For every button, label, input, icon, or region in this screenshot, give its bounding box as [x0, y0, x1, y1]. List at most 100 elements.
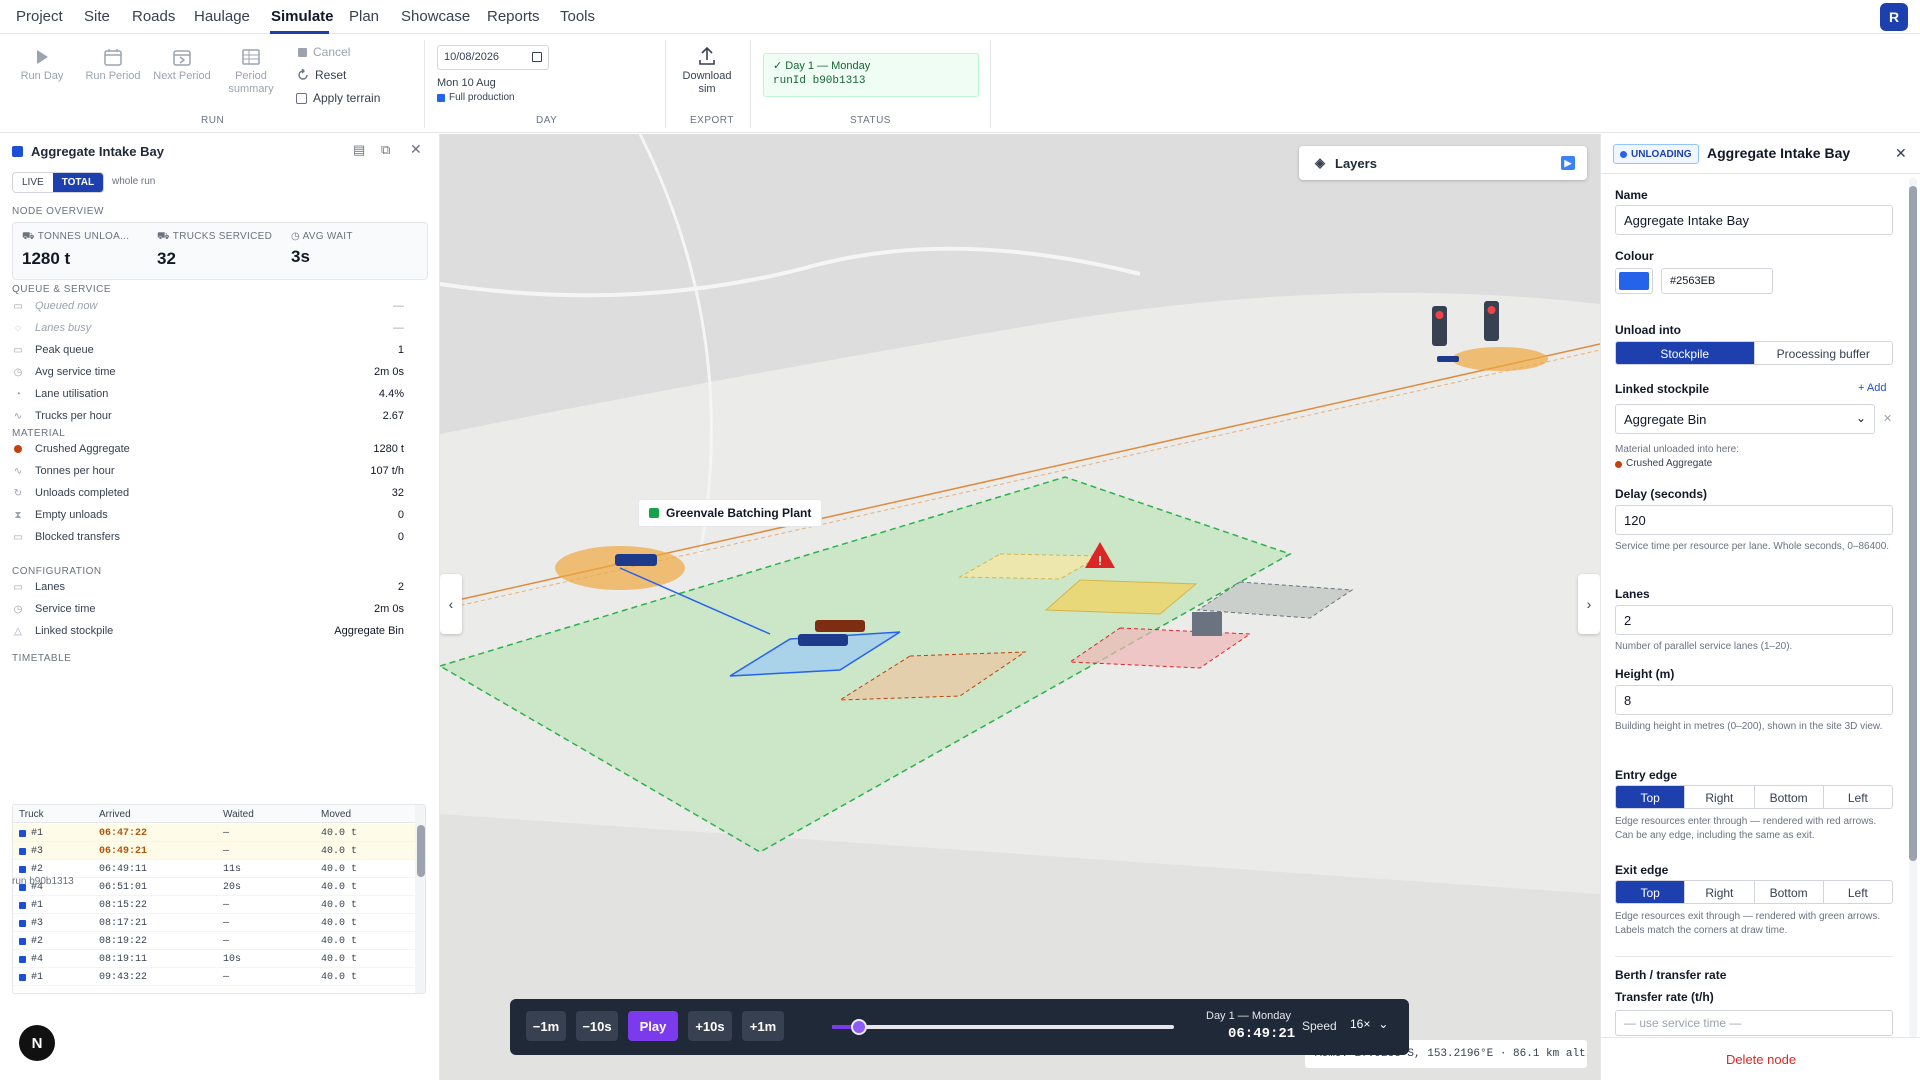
timeline-thumb[interactable] [851, 1019, 868, 1035]
hourglass-icon: ⧗ [14, 509, 22, 521]
tab-total[interactable]: TOTAL [52, 173, 104, 192]
timetable-scrollbar[interactable] [415, 805, 425, 993]
lanes-input[interactable]: 2 [1615, 605, 1893, 635]
colour-picker[interactable] [1615, 268, 1653, 294]
avatar[interactable]: R [1880, 3, 1908, 31]
name-input[interactable]: Aggregate Intake Bay [1615, 205, 1893, 235]
cell-arrived: 06:49:11 [99, 864, 148, 875]
editor-scroll-thumb[interactable] [1909, 186, 1917, 861]
truck-icon: ⛟ [157, 231, 173, 242]
linked-stockpile-select[interactable]: Aggregate Bin ⌄ [1615, 404, 1875, 434]
material-dot-icon [12, 443, 24, 455]
table-view-icon[interactable]: ▤ [353, 142, 365, 158]
kpi-trucks: ⛟ TRUCKS SERVICED 32 [157, 231, 273, 268]
menu-reports[interactable]: Reports [487, 8, 540, 25]
divider [665, 40, 666, 128]
entry-edge-left[interactable]: Left [1822, 786, 1892, 808]
cell-moved: 40.0 t [321, 972, 358, 983]
cell-waited: — [223, 936, 230, 947]
table-row[interactable]: #3 08:17:21 — 40.0 t [13, 914, 417, 932]
option-stockpile[interactable]: Stockpile [1616, 342, 1754, 364]
layers-panel[interactable]: ◈ Layers ▶ [1299, 146, 1587, 180]
speed-select[interactable]: 16× ⌄ [1350, 1017, 1388, 1031]
delay-input[interactable]: 120 [1615, 505, 1893, 535]
truck-icon[interactable] [815, 620, 865, 632]
n-logo-icon[interactable]: N [19, 1025, 55, 1061]
truck-icon[interactable] [1437, 356, 1459, 362]
apply-terrain-checkbox[interactable]: Apply terrain [296, 91, 380, 105]
menu-roads[interactable]: Roads [132, 8, 175, 25]
play-button[interactable]: Play [628, 1011, 678, 1041]
exit-edge-right[interactable]: Right [1684, 881, 1753, 903]
menu-project[interactable]: Project [16, 8, 63, 25]
add-stockpile-link[interactable]: + Add [1858, 382, 1886, 394]
truck-swatch-icon [19, 830, 26, 837]
entry-edge-right[interactable]: Right [1684, 786, 1753, 808]
tab-live[interactable]: LIVE [13, 173, 53, 192]
kpi-tonnes: ⛟ TONNES UNLOA... 1280 t [22, 231, 130, 268]
colour-hex-input[interactable]: #2563EB [1661, 268, 1773, 294]
close-icon[interactable]: ✕ [1895, 145, 1907, 162]
exit-edge-bottom[interactable]: Bottom [1753, 881, 1823, 903]
table-row[interactable]: #3 06:49:21 — 40.0 t [13, 842, 417, 860]
close-icon[interactable]: ✕ [410, 141, 422, 158]
download-sim-button[interactable]: Download sim [678, 46, 736, 96]
menu-plan[interactable]: Plan [349, 8, 379, 25]
exit-edge-top[interactable]: Top [1616, 881, 1685, 903]
collapse-left-button[interactable]: ‹ [440, 574, 462, 634]
cell-moved: 40.0 t [321, 900, 358, 911]
run-period-button[interactable]: Run Period [84, 48, 142, 83]
truck-swatch-icon [19, 902, 26, 909]
entry-edge-top[interactable]: Top [1616, 786, 1685, 808]
option-processing-buffer[interactable]: Processing buffer [1753, 342, 1893, 364]
table-row[interactable]: #1 09:43:22 — 40.0 t [13, 968, 417, 986]
exit-edge-toggle: Top Right Bottom Left [1615, 880, 1893, 904]
gauge-icon: ◔ [14, 388, 22, 400]
table-row[interactable]: #4 08:19:11 10s 40.0 t [13, 950, 417, 968]
truck-icon[interactable] [798, 634, 848, 646]
date-input[interactable]: 10/08/2026 [437, 45, 549, 70]
run-day-button[interactable]: Run Day [18, 48, 66, 83]
forward-1m-button[interactable]: +1m [742, 1011, 784, 1041]
material-dot-icon [1615, 460, 1622, 468]
height-input[interactable]: 8 [1615, 685, 1893, 715]
colour-swatch [1619, 272, 1649, 290]
menu-site[interactable]: Site [84, 8, 110, 25]
back-10s-button[interactable]: −10s [576, 1011, 618, 1041]
map-label-plant[interactable]: Greenvale Batching Plant [638, 499, 823, 527]
next-period-button[interactable]: Next Period [150, 48, 214, 83]
reset-button[interactable]: Reset [297, 68, 346, 82]
back-1m-button[interactable]: −1m [526, 1011, 566, 1041]
entry-edge-toggle: Top Right Bottom Left [1615, 785, 1893, 809]
stat-lanes-busy: ◌ Lanes busy — [12, 317, 404, 339]
menu-tools[interactable]: Tools [560, 8, 595, 25]
delete-node-button[interactable]: Delete node [1601, 1037, 1920, 1080]
menu-showcase[interactable]: Showcase [401, 8, 470, 25]
table-row[interactable]: #1 06:47:22 — 40.0 t [13, 824, 417, 842]
timeline-slider[interactable] [832, 1019, 1174, 1035]
table-row[interactable]: #2 08:19:22 — 40.0 t [13, 932, 417, 950]
cell-moved: 40.0 t [321, 954, 358, 965]
transfer-rate-input[interactable]: — use service time — [1615, 1010, 1893, 1036]
exit-edge-left[interactable]: Left [1822, 881, 1892, 903]
table-icon [242, 49, 260, 65]
entry-edge-bottom[interactable]: Bottom [1753, 786, 1823, 808]
truck-icon[interactable] [615, 554, 657, 566]
cell-waited: 11s [223, 864, 242, 875]
scroll-thumb[interactable] [417, 825, 425, 877]
collapse-right-button[interactable]: › [1578, 574, 1600, 634]
expand-layers-icon[interactable]: ▶ [1561, 156, 1575, 170]
cell-moved: 40.0 t [321, 882, 358, 893]
menu-simulate[interactable]: Simulate [271, 8, 334, 25]
period-summary-button[interactable]: Period summary [222, 48, 280, 96]
copy-icon[interactable]: ⧉ [381, 142, 390, 158]
table-row[interactable]: #1 08:15:22 — 40.0 t [13, 896, 417, 914]
cell-truck: #3 [31, 918, 44, 929]
site-3d-map[interactable]: ! ‹ › [440, 134, 1600, 1080]
cancel-button[interactable]: Cancel [298, 45, 350, 59]
remove-link-icon[interactable]: ✕ [1883, 412, 1892, 425]
forward-10s-button[interactable]: +10s [688, 1011, 732, 1041]
menu-haulage[interactable]: Haulage [194, 8, 250, 25]
stockpile-icon: △ [14, 625, 22, 637]
map-canvas[interactable]: ! [440, 134, 1600, 1080]
